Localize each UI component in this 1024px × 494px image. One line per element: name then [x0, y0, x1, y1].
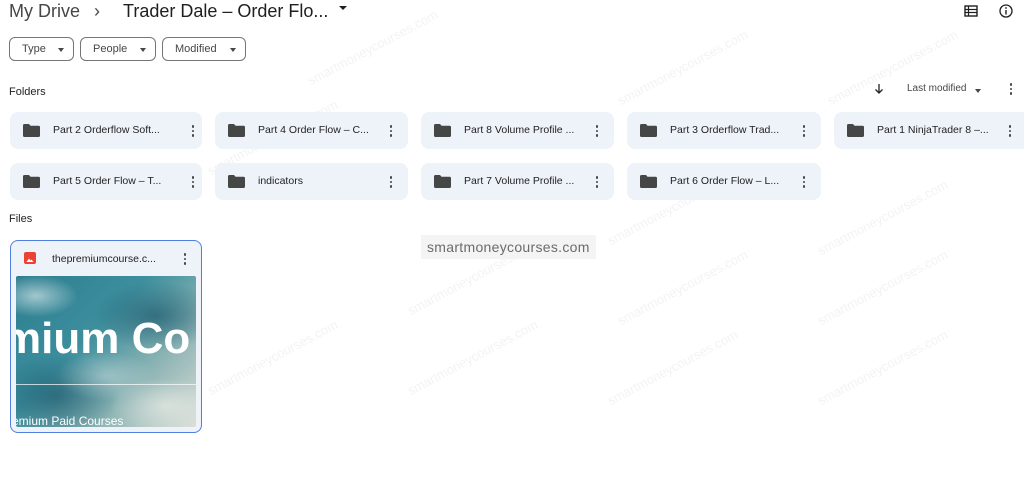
more-options-icon[interactable]	[591, 174, 603, 190]
more-options-icon[interactable]	[179, 251, 191, 267]
more-options-icon[interactable]	[187, 174, 199, 190]
more-options-icon[interactable]	[1004, 123, 1016, 139]
folder-icon	[23, 124, 40, 137]
folder-icon	[434, 175, 451, 188]
breadcrumb: My Drive › Trader Dale – Order Flo...	[0, 0, 1024, 24]
folder-tile[interactable]: indicators	[215, 163, 408, 200]
filter-modified-label: Modified	[175, 43, 217, 55]
folder-icon	[847, 124, 864, 137]
file-card[interactable]: thepremiumcourse.c... mium Co remium Pai…	[10, 240, 202, 433]
folder-icon	[434, 124, 451, 137]
folder-tile[interactable]: Part 1 NinjaTrader 8 –...	[834, 112, 1024, 149]
chevron-down-icon[interactable]	[975, 89, 981, 93]
folder-tile[interactable]: Part 4 Order Flow – C...	[215, 112, 408, 149]
chevron-down-icon[interactable]	[339, 6, 347, 10]
filter-type-label: Type	[22, 43, 46, 55]
folder-name: Part 1 NinjaTrader 8 –...	[877, 124, 989, 136]
folder-tile[interactable]: Part 5 Order Flow – T...	[10, 163, 202, 200]
folder-tile[interactable]: Part 8 Volume Profile ...	[421, 112, 614, 149]
folder-icon	[640, 124, 657, 137]
more-options-icon[interactable]	[385, 123, 397, 139]
more-options-icon[interactable]	[187, 123, 199, 139]
file-name: thepremiumcourse.c...	[52, 253, 156, 265]
folder-tile[interactable]: Part 2 Orderflow Soft...	[10, 112, 202, 149]
thumbnail-subtitle: remium Paid Courses	[16, 414, 124, 427]
folder-icon	[23, 175, 40, 188]
folder-icon	[228, 124, 245, 137]
folder-name: Part 4 Order Flow – C...	[258, 124, 369, 136]
breadcrumb-my-drive[interactable]: My Drive	[9, 1, 80, 22]
folder-tile[interactable]: Part 7 Volume Profile ...	[421, 163, 614, 200]
more-options-icon[interactable]	[591, 123, 603, 139]
watermark-label: smartmoneycourses.com	[421, 235, 596, 259]
chevron-down-icon	[230, 48, 236, 52]
more-options-icon[interactable]	[798, 174, 810, 190]
folder-name: Part 2 Orderflow Soft...	[53, 124, 160, 136]
image-file-icon	[24, 252, 36, 264]
thumbnail-title: mium Co	[16, 314, 191, 363]
info-icon[interactable]	[997, 2, 1015, 20]
breadcrumb-separator: ›	[94, 1, 100, 21]
thumbnail-divider	[16, 384, 196, 385]
file-thumbnail[interactable]: mium Co remium Paid Courses	[16, 276, 196, 427]
more-options-icon[interactable]	[385, 174, 397, 190]
more-options-icon[interactable]	[798, 123, 810, 139]
filter-modified-chip[interactable]: Modified	[162, 37, 246, 61]
sort-by-button[interactable]: Last modified	[907, 83, 966, 94]
filter-people-label: People	[93, 43, 128, 55]
arrow-down-icon[interactable]	[872, 82, 886, 96]
chevron-down-icon	[140, 48, 146, 52]
files-section-label: Files	[9, 213, 33, 225]
filter-type-chip[interactable]: Type	[9, 37, 74, 61]
folder-icon	[640, 175, 657, 188]
filter-people-chip[interactable]: People	[80, 37, 156, 61]
folder-name: Part 3 Orderflow Trad...	[670, 124, 780, 136]
folder-icon	[228, 175, 245, 188]
breadcrumb-current-folder[interactable]: Trader Dale – Order Flo...	[123, 1, 328, 22]
folder-tile[interactable]: Part 6 Order Flow – L...	[627, 163, 821, 200]
folder-name: Part 8 Volume Profile ...	[464, 124, 575, 136]
folder-name: Part 5 Order Flow – T...	[53, 175, 162, 187]
folder-name: indicators	[258, 175, 303, 187]
chevron-down-icon	[58, 48, 64, 52]
folder-name: Part 7 Volume Profile ...	[464, 175, 575, 187]
folder-name: Part 6 Order Flow – L...	[670, 175, 780, 187]
list-view-icon[interactable]	[962, 2, 980, 20]
folder-tile[interactable]: Part 3 Orderflow Trad...	[627, 112, 821, 149]
more-options-icon[interactable]	[1005, 81, 1017, 97]
folders-section-label: Folders	[9, 86, 46, 98]
